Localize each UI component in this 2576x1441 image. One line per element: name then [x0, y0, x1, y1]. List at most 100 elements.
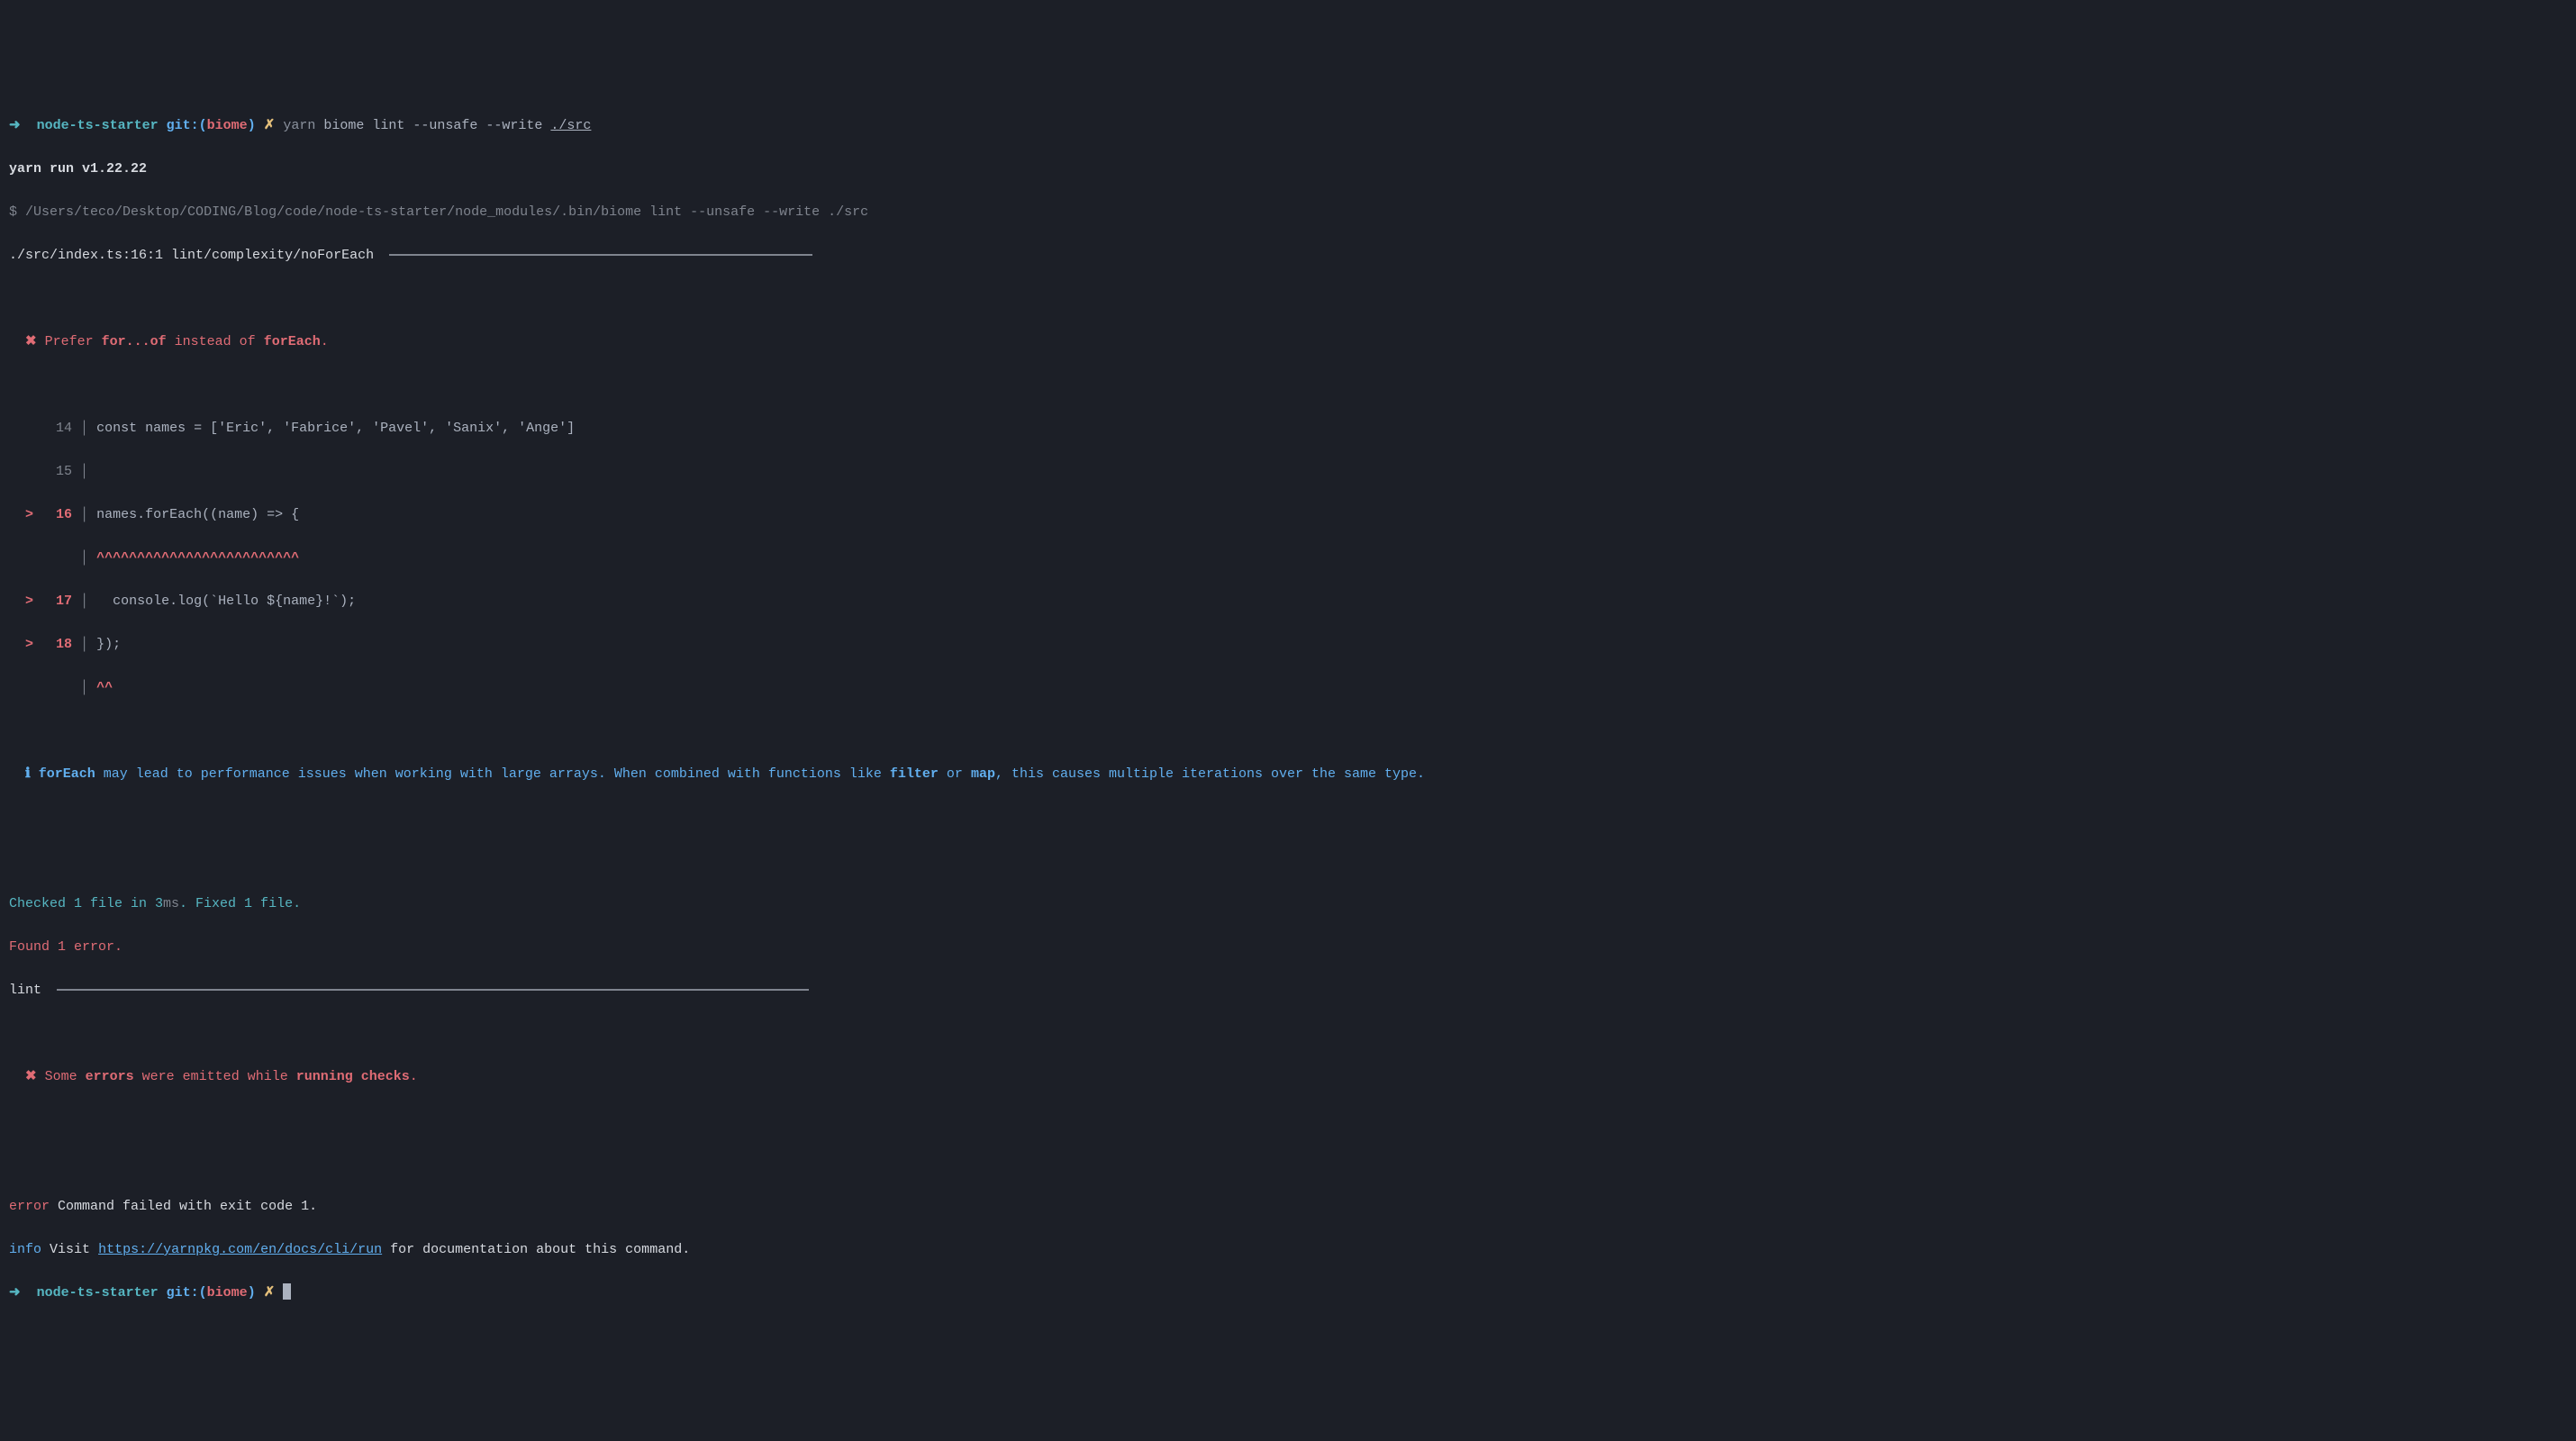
advice-text: Prefer: [45, 334, 94, 349]
code-content: console.log(`Hello ${name}!`);: [96, 594, 356, 609]
error-label: error: [9, 1199, 50, 1214]
code-caret-line: │ ^^^^^^^^^^^^^^^^^^^^^^^^^: [9, 548, 2567, 569]
emitted-keyword-running: running checks: [296, 1069, 410, 1084]
gutter-pipe-icon: │: [80, 680, 88, 695]
blank-line: [9, 850, 2567, 872]
prompt-git-label: git:: [167, 1285, 199, 1301]
line-error-marker-icon: >: [25, 637, 33, 652]
yarn-run-version: yarn run v1.22.22: [9, 159, 2567, 180]
prompt-arrow-icon: ➜: [9, 1285, 21, 1301]
gutter-pipe-icon: │: [80, 550, 88, 566]
emitted-text: Some: [45, 1069, 77, 1084]
info-text: , this causes multiple iterations over t…: [995, 766, 1425, 782]
error-caret-underline: ^^^^^^^^^^^^^^^^^^^^^^^^^: [96, 550, 299, 566]
gutter-pipe-icon: │: [80, 507, 88, 522]
blank-line: [9, 1023, 2567, 1045]
blank-line: [9, 1153, 2567, 1174]
diagnostic-header: ./src/index.ts:16:1 lint/complexity/noFo…: [9, 245, 2567, 267]
gutter-pipe-icon: │: [80, 594, 88, 609]
visit-text: Visit: [50, 1242, 90, 1257]
code-line-14: 14 │ const names = ['Eric', 'Fabrice', '…: [9, 418, 2567, 440]
lint-separator: lint: [9, 980, 2567, 1001]
gutter-pipe-icon: │: [80, 464, 88, 479]
blank-line: [9, 807, 2567, 829]
code-caret-line: │ ^^: [9, 677, 2567, 699]
info-visit-line: info Visit https://yarnpkg.com/en/docs/c…: [9, 1239, 2567, 1261]
error-x-icon: ✖: [25, 1069, 37, 1084]
checked-summary: Checked 1 file in 3ms. Fixed 1 file.: [9, 893, 2567, 915]
line-number-highlighted: 18: [41, 634, 72, 656]
emitted-keyword-errors: errors: [86, 1069, 134, 1084]
gutter-pipe-icon: │: [80, 637, 88, 652]
info-label: info: [9, 1242, 41, 1257]
code-content: });: [96, 637, 121, 652]
cmd-target-path: ./src: [550, 118, 591, 133]
blank-line: [9, 288, 2567, 310]
paren-open: (: [199, 118, 207, 133]
prompt-line-1: ➜ node-ts-starter git:(biome) ✗ yarn bio…: [9, 115, 2567, 137]
terminal-output[interactable]: ➜ node-ts-starter git:(biome) ✗ yarn bio…: [9, 94, 2567, 1326]
dirty-indicator-icon: ✗: [264, 1285, 276, 1301]
info-message-line: ℹ forEach may lead to performance issues…: [9, 764, 2567, 785]
lint-label: lint: [9, 983, 41, 998]
dirty-indicator-icon: ✗: [264, 118, 276, 133]
dollar-sign: $: [9, 204, 17, 220]
code-line-16: > 16 │ names.forEach((name) => {: [9, 504, 2567, 526]
cursor-icon: [283, 1283, 291, 1300]
line-number-blank: [41, 548, 72, 569]
errors-emitted-line: ✖ Some errors were emitted while running…: [9, 1066, 2567, 1088]
prompt-branch: biome: [207, 1285, 248, 1301]
emitted-dot: .: [410, 1069, 418, 1084]
prompt-line-2[interactable]: ➜ node-ts-starter git:(biome) ✗: [9, 1282, 2567, 1304]
advice-text-mid: instead of: [175, 334, 256, 349]
exec-full-path: /Users/teco/Desktop/CODING/Blog/code/nod…: [25, 204, 868, 220]
error-x-icon: ✖: [25, 334, 37, 349]
info-icon: ℹ: [25, 766, 31, 782]
blank-line: [9, 1110, 2567, 1131]
info-keyword-map: map: [971, 766, 995, 782]
docs-link[interactable]: https://yarnpkg.com/en/docs/cli/run: [98, 1242, 382, 1257]
found-errors-line: Found 1 error.: [9, 937, 2567, 958]
prompt-arrow-icon: ➜: [9, 118, 21, 133]
gutter-pipe-icon: │: [80, 421, 88, 436]
line-number: 14: [41, 418, 72, 440]
fixed-text: . Fixed 1 file.: [179, 896, 301, 911]
lint-rule-name: lint/complexity/noForEach: [171, 248, 374, 263]
advice-line: ✖ Prefer for...of instead of forEach.: [9, 331, 2567, 353]
found-error-text: Found 1 error.: [9, 939, 122, 955]
line-number-blank: [41, 677, 72, 699]
prompt-dir: node-ts-starter: [37, 1285, 159, 1301]
prompt-dir: node-ts-starter: [37, 118, 159, 133]
line-error-marker-icon: >: [25, 594, 33, 609]
advice-dot: .: [321, 334, 329, 349]
advice-keyword-forof: for...of: [102, 334, 167, 349]
exec-path-line: $ /Users/teco/Desktop/CODING/Blog/code/n…: [9, 202, 2567, 223]
info-keyword-filter: filter: [890, 766, 939, 782]
error-caret-underline: ^^: [96, 680, 113, 695]
prompt-branch: biome: [207, 118, 248, 133]
info-text: or: [939, 766, 971, 782]
cmd-args: biome lint --unsafe --write: [323, 118, 542, 133]
info-keyword-foreach: forEach: [39, 766, 95, 782]
separator-line-icon: [389, 254, 812, 256]
error-exit-line: error Command failed with exit code 1.: [9, 1196, 2567, 1218]
line-number: 15: [41, 461, 72, 483]
separator-line-icon: [57, 989, 809, 991]
error-exit-text: Command failed with exit code 1.: [58, 1199, 317, 1214]
line-number-highlighted: 17: [41, 591, 72, 612]
checked-text: Checked 1 file in 3: [9, 896, 163, 911]
code-line-18: > 18 │ });: [9, 634, 2567, 656]
cmd-executable: yarn: [283, 118, 315, 133]
advice-keyword-foreach: forEach: [264, 334, 321, 349]
info-text: may lead to performance issues when work…: [95, 766, 890, 782]
code-content: const names = ['Eric', 'Fabrice', 'Pavel…: [96, 421, 575, 436]
prompt-git-label: git:: [167, 118, 199, 133]
paren-close: ): [248, 1285, 256, 1301]
code-line-15: 15 │: [9, 461, 2567, 483]
paren-close: ): [248, 118, 256, 133]
ms-unit: ms: [163, 896, 179, 911]
line-error-marker-icon: >: [25, 507, 33, 522]
blank-line: [9, 720, 2567, 742]
code-line-17: > 17 │ console.log(`Hello ${name}!`);: [9, 591, 2567, 612]
blank-line: [9, 375, 2567, 396]
